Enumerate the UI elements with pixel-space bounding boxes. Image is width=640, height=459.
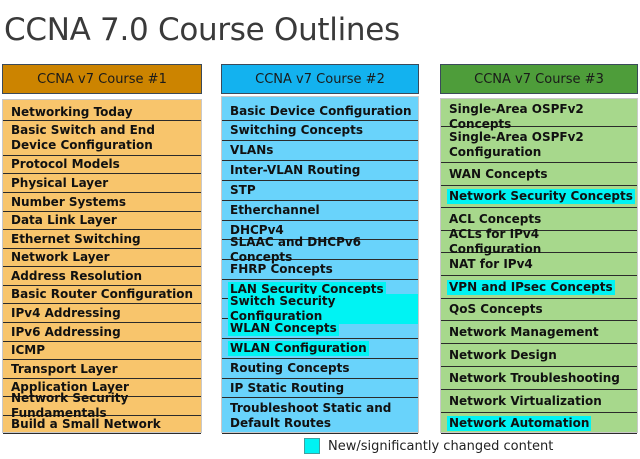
course-item: Network Management xyxy=(441,321,637,344)
course-item-label: WLAN Concepts xyxy=(228,321,339,336)
course-item: Data Link Layer xyxy=(3,212,201,230)
course-item-label: Address Resolution xyxy=(11,268,143,283)
course-item-label: Data Link Layer xyxy=(11,213,117,227)
course-item: Single-Area OSPFv2 Concepts xyxy=(441,102,637,131)
course-3-header: CCNA v7 Course #3 xyxy=(440,64,638,94)
course-item: ICMP xyxy=(3,342,201,360)
course-2-column: CCNA v7 Course #2 Basic Device Configurat… xyxy=(221,64,419,434)
course-item-label: Switching Concepts xyxy=(230,123,363,137)
course-item: IPv6 Addressing xyxy=(3,323,201,342)
course-item: Troubleshoot Static and Default Routes xyxy=(222,398,418,434)
course-item-label: VPN and IPsec Concepts xyxy=(447,279,615,295)
course-item: Basic Switch and End Device Configuratio… xyxy=(3,121,201,156)
course-item: Address Resolution xyxy=(3,267,201,286)
course-item-label: Physical Layer xyxy=(11,175,109,190)
course-item: QoS Concepts xyxy=(441,299,637,321)
legend: New/significantly changed content xyxy=(304,438,553,454)
course-item: Network Security Concepts xyxy=(441,186,637,208)
course-3-column: CCNA v7 Course #3 Single-Area OSPFv2 Conc… xyxy=(440,64,638,434)
course-item-label: IPv4 Addressing xyxy=(11,305,121,320)
course-item: Transport Layer xyxy=(3,360,201,379)
course-item: Physical Layer xyxy=(3,174,201,193)
course-item: WAN Concepts xyxy=(441,163,637,186)
course-item-label: Network Troubleshooting xyxy=(449,370,620,385)
course-item: Network Troubleshooting xyxy=(441,367,637,390)
course-item-label: Network Virtualization xyxy=(449,393,602,408)
legend-swatch xyxy=(304,438,320,454)
course-item: Switching Concepts xyxy=(222,121,418,141)
course-item-label: NAT for IPv4 xyxy=(449,256,533,271)
course-item: Build a Small Network xyxy=(3,416,201,434)
course-item: ACLs for IPv4 Configuration xyxy=(441,227,637,256)
course-1-list: Networking Today Basic Switch and End Dev… xyxy=(2,99,202,434)
course-item-label: ICMP xyxy=(11,343,46,357)
course-item: Single-Area OSPFv2 Configuration xyxy=(441,127,637,163)
course-2-header: CCNA v7 Course #2 xyxy=(221,64,419,94)
course-item: Network Design xyxy=(441,344,637,367)
legend-label: New/significantly changed content xyxy=(328,438,554,454)
course-item: Switch Security Configuration xyxy=(222,293,418,324)
course-item-label: Basic Device Configuration xyxy=(230,103,412,118)
course-item-label: Network Management xyxy=(449,324,599,339)
course-item-label: ACLs for IPv4 Configuration xyxy=(449,226,542,256)
course-item-label: Network Security Concepts xyxy=(447,189,635,204)
page-title: CCNA 7.0 Course Outlines xyxy=(4,12,400,48)
course-item-label: Etherchannel xyxy=(230,203,320,217)
course-2-list: Basic Device Configuration Switching Conc… xyxy=(221,96,419,434)
course-item-label: Networking Today xyxy=(11,105,133,119)
course-item: Network Virtualization xyxy=(441,390,637,413)
course-item-label: Troubleshoot Static and Default Routes xyxy=(230,400,392,430)
course-item: WLAN Configuration xyxy=(222,339,418,359)
course-item-label: Transport Layer xyxy=(11,361,118,376)
course-item: Routing Concepts xyxy=(222,359,418,379)
course-item-label: Number Systems xyxy=(11,194,127,209)
course-item-label: Network Layer xyxy=(11,250,110,264)
course-item-label: STP xyxy=(230,183,256,197)
course-item: VPN and IPsec Concepts xyxy=(441,276,637,299)
course-item: Network Automation xyxy=(441,413,637,434)
course-item: Inter-VLAN Routing xyxy=(222,161,418,181)
course-item-label: Basic Router Configuration xyxy=(11,287,194,301)
course-item: FHRP Concepts xyxy=(222,260,418,280)
course-item: IP Static Routing xyxy=(222,379,418,398)
course-item: WLAN Concepts xyxy=(222,319,418,339)
course-item: Basic Device Configuration xyxy=(222,102,418,121)
course-item: Basic Router Configuration xyxy=(3,286,201,304)
course-item: Etherchannel xyxy=(222,201,418,221)
course-item-label: Build a Small Network xyxy=(11,417,161,431)
course-item: Networking Today xyxy=(3,105,201,121)
course-item-label: Routing Concepts xyxy=(230,361,350,375)
course-1-header: CCNA v7 Course #1 xyxy=(2,64,202,94)
course-item: Network Layer xyxy=(3,249,201,267)
course-item: Protocol Models xyxy=(3,156,201,174)
course-item-label: QoS Concepts xyxy=(449,302,543,316)
course-item-label: WLAN Configuration xyxy=(228,341,369,356)
course-item: Number Systems xyxy=(3,193,201,212)
course-item-label: Ethernet Switching xyxy=(11,231,141,246)
course-item: VLANs xyxy=(222,141,418,161)
course-item-label: Single-Area OSPFv2 Configuration xyxy=(449,129,584,159)
course-item-label: ACL Concepts xyxy=(449,211,542,226)
course-item: NAT for IPv4 xyxy=(441,253,637,276)
course-item-label: Basic Switch and End Device Configuratio… xyxy=(11,123,155,152)
course-item-label: IPv6 Addressing xyxy=(11,324,121,339)
course-item-label: FHRP Concepts xyxy=(230,262,333,276)
course-item-label: Network Automation xyxy=(447,415,592,431)
course-item: SLAAC and DHCPv6 Concepts xyxy=(222,235,418,264)
course-item-label: IP Static Routing xyxy=(230,380,345,395)
course-item: STP xyxy=(222,181,418,201)
course-item-label: Network Design xyxy=(449,347,557,362)
course-1-column: CCNA v7 Course #1 Networking Today Basic S… xyxy=(2,64,202,434)
course-item-label: Inter-VLAN Routing xyxy=(230,163,361,177)
course-item: IPv4 Addressing xyxy=(3,304,201,323)
course-item-label: VLANs xyxy=(230,143,274,157)
course-item-label: Protocol Models xyxy=(11,157,120,171)
course-3-list: Single-Area OSPFv2 Concepts Single-Area O… xyxy=(440,98,638,434)
course-item: Ethernet Switching xyxy=(3,230,201,249)
course-item-label: WAN Concepts xyxy=(449,166,548,181)
course-item: Network Security Fundamentals xyxy=(3,391,201,420)
